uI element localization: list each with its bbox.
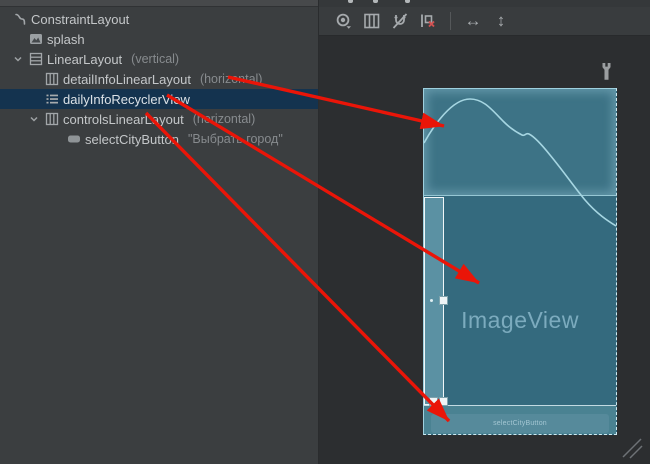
tree-item-controlslinearlayout[interactable]: controlsLinearLayout (horizontal) xyxy=(0,109,318,129)
tree-item-dailyinforecyclerview[interactable]: dailyInfoRecyclerView xyxy=(0,89,318,109)
chevron-down-icon[interactable] xyxy=(11,52,25,66)
toolbar-separator xyxy=(450,12,451,30)
wrench-icon[interactable] xyxy=(600,62,613,87)
chevron-down-icon[interactable] xyxy=(27,112,41,126)
tree-item-splash[interactable]: splash xyxy=(0,29,318,49)
selection-handle-bottom-left[interactable] xyxy=(429,397,438,406)
clear-constraints-icon[interactable] xyxy=(418,11,438,31)
tree-item-annotation: "Выбрать город" xyxy=(188,132,283,146)
component-tree: ConstraintLayout splash LinearLayout (ve… xyxy=(0,9,318,149)
tree-item-linearlayout[interactable]: LinearLayout (vertical) xyxy=(0,49,318,69)
design-toolbar: ↔ ↕ xyxy=(319,7,650,36)
controls-section[interactable]: selectCityButton xyxy=(424,405,616,434)
detail-info-section[interactable] xyxy=(424,89,616,196)
clipped-toolbar-strip xyxy=(319,0,650,7)
tree-item-label: ConstraintLayout xyxy=(31,12,129,27)
linear-layout-vertical-icon xyxy=(29,52,43,66)
clipped-icon xyxy=(348,0,353,3)
linear-layout-horizontal-icon xyxy=(45,112,59,126)
tree-item-annotation: (vertical) xyxy=(131,52,179,66)
expand-vertical-icon[interactable]: ↕ xyxy=(491,11,511,31)
column-guides-icon[interactable] xyxy=(362,11,382,31)
tree-item-label: controlsLinearLayout xyxy=(63,112,184,127)
select-city-button-label: selectCityButton xyxy=(493,420,547,427)
tree-item-label: dailyInfoRecyclerView xyxy=(63,92,190,107)
component-tree-panel: ConstraintLayout splash LinearLayout (ve… xyxy=(0,0,319,464)
expand-horizontal-icon[interactable]: ↔ xyxy=(463,11,483,31)
selection-handle-right[interactable] xyxy=(439,296,448,305)
button-icon xyxy=(67,132,81,146)
layout-editor: ConstraintLayout splash LinearLayout (ve… xyxy=(0,0,650,464)
resize-grip[interactable] xyxy=(619,436,645,464)
linear-layout-horizontal-icon xyxy=(45,72,59,86)
tree-item-annotation: (horizontal) xyxy=(193,112,256,126)
imageview-widget[interactable]: ImageView xyxy=(424,307,616,334)
clipped-icon xyxy=(373,0,378,3)
tree-item-detailinfolinearlayout[interactable]: detailInfoLinearLayout (horizontal) xyxy=(0,69,318,89)
constraint-layout-icon xyxy=(13,12,27,26)
tree-item-label: selectCityButton xyxy=(85,132,179,147)
view-options-icon[interactable] xyxy=(334,11,354,31)
anchor-dot xyxy=(430,299,433,302)
clipped-icon xyxy=(405,0,410,3)
panel-top-strip xyxy=(0,0,318,7)
device-preview[interactable]: ImageView selectCityButton xyxy=(423,88,617,435)
recycler-view-icon xyxy=(45,92,59,106)
autoconnect-off-icon[interactable] xyxy=(390,11,410,31)
selection-handle-bottom-right[interactable] xyxy=(439,397,448,406)
tree-item-selectcitybutton[interactable]: selectCityButton "Выбрать город" xyxy=(0,129,318,149)
tree-item-label: detailInfoLinearLayout xyxy=(63,72,191,87)
tree-item-constraintlayout[interactable]: ConstraintLayout xyxy=(0,9,318,29)
image-view-icon xyxy=(29,32,43,46)
tree-item-label: LinearLayout xyxy=(47,52,122,67)
select-city-button[interactable]: selectCityButton xyxy=(431,414,609,433)
tree-item-label: splash xyxy=(47,32,85,47)
tree-item-annotation: (horizontal) xyxy=(200,72,263,86)
